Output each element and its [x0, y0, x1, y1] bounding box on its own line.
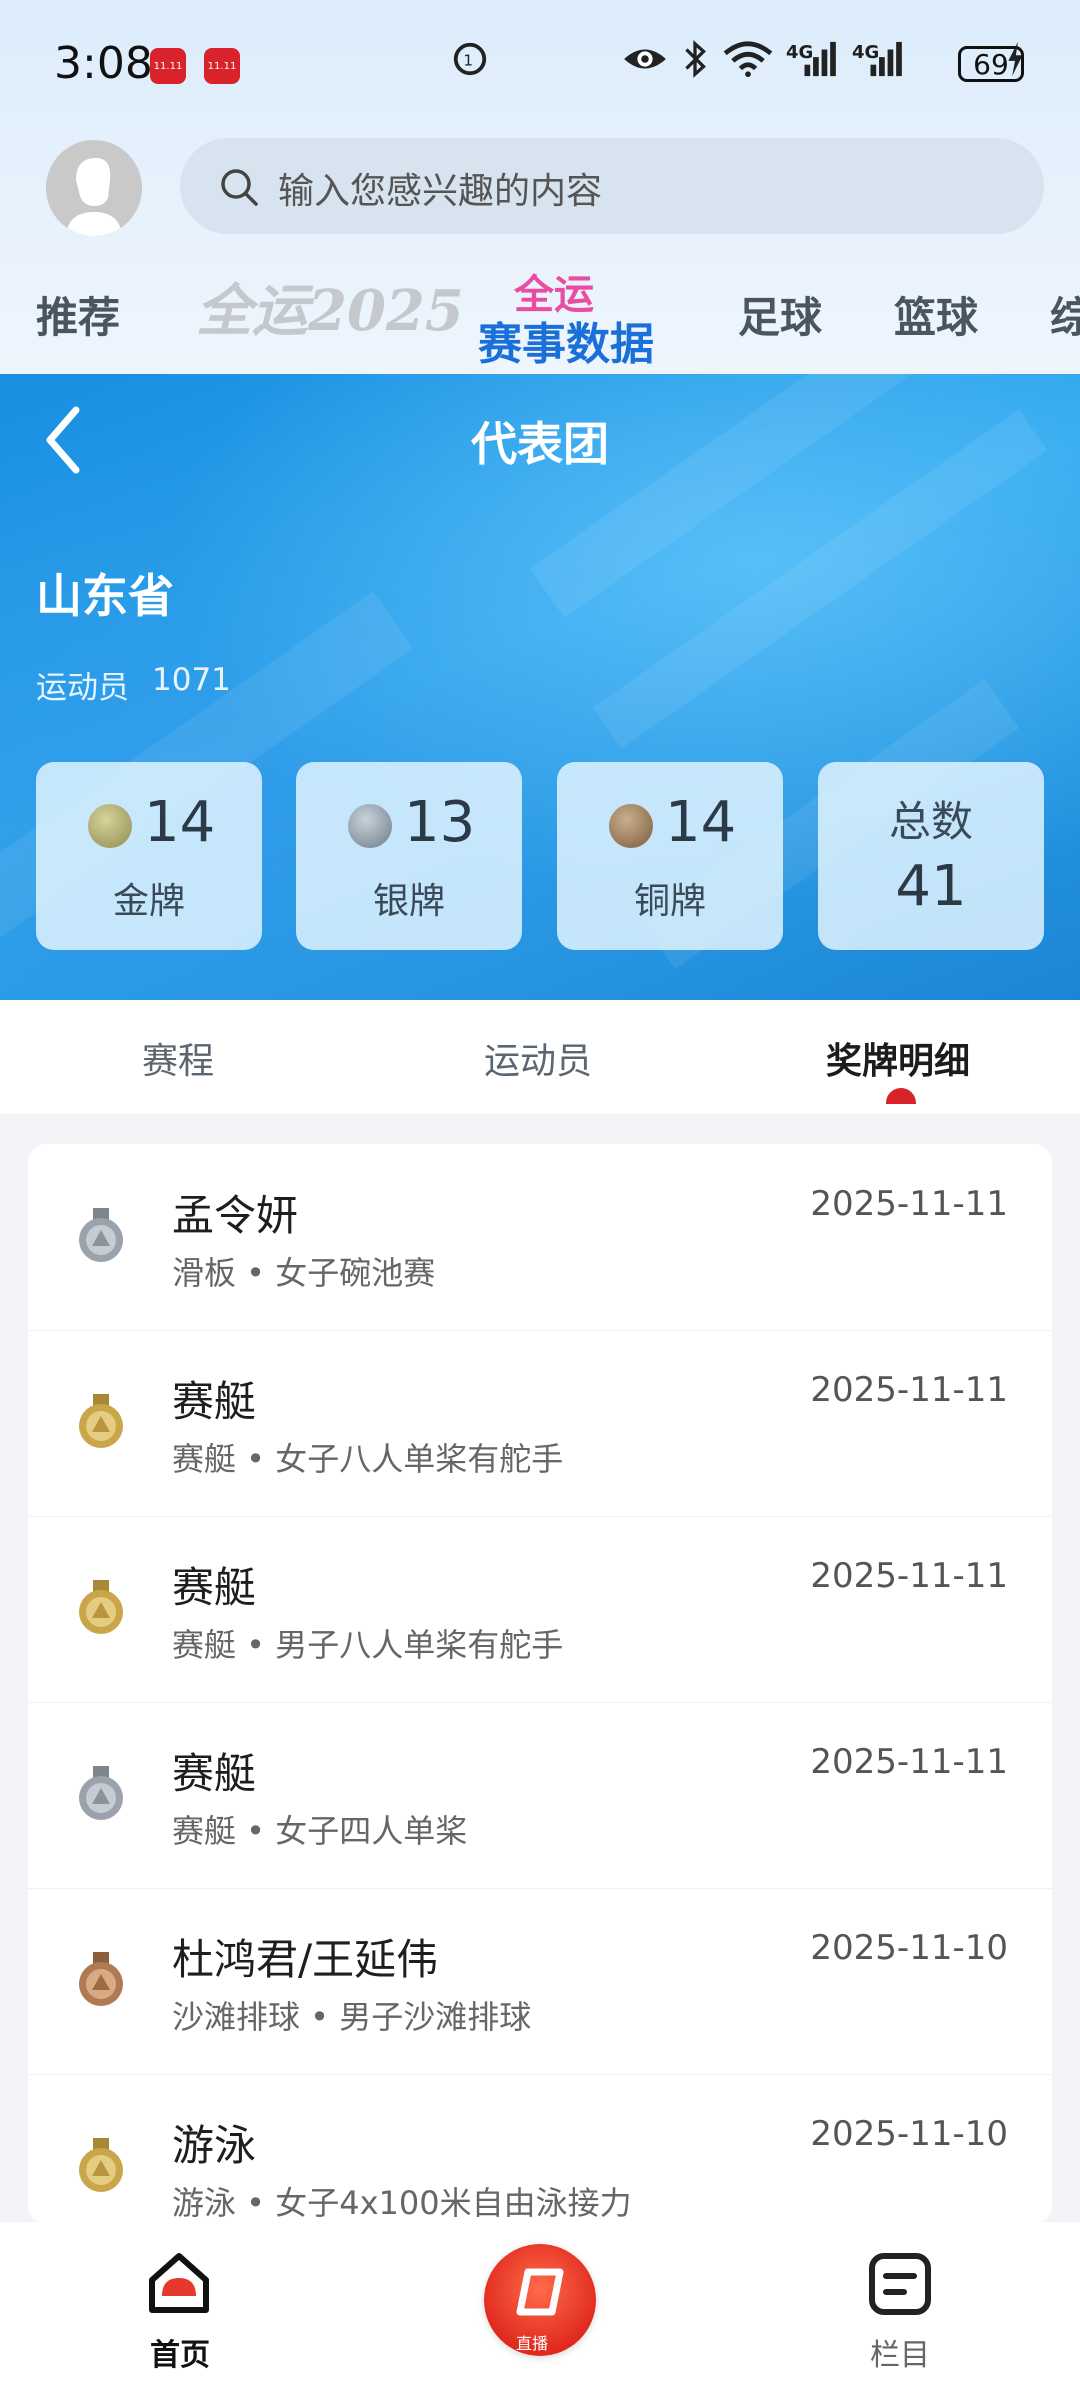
svg-text:1: 1 — [463, 52, 473, 70]
medal-date: 2025-11-10 — [810, 2114, 1008, 2154]
list-item[interactable]: 赛艇 赛艇 • 男子八人单桨有舵手 2025-11-11 — [28, 1516, 1052, 1703]
bronze-medal-icon — [609, 804, 653, 848]
medal-athlete-name: 杜鸿君/王延伟 — [172, 1935, 439, 1984]
wifi-icon — [723, 41, 773, 78]
tab-schedule[interactable]: 赛程 — [142, 1032, 214, 1084]
total-label: 总数 — [888, 797, 973, 846]
notification-app-icon: 1 — [453, 42, 487, 76]
tab-national-games-logo[interactable]: 全运2025 — [196, 266, 464, 347]
tab-medal-detail[interactable]: 奖牌明细 — [826, 1032, 970, 1084]
live-logo-icon — [516, 2268, 564, 2316]
silver-medal-icon — [79, 1208, 123, 1262]
silver-medal-card: 13 银牌 — [296, 762, 522, 950]
medal-event: 赛艇 • 女子四人单桨 — [172, 1812, 468, 1850]
medal-event: 赛艇 • 男子八人单桨有舵手 — [172, 1626, 564, 1664]
medal-athlete-name: 游泳 — [172, 2121, 257, 2170]
medal-date: 2025-11-11 — [810, 1184, 1008, 1224]
medal-date: 2025-11-10 — [810, 1928, 1008, 1968]
list-item[interactable]: 杜鸿君/王延伟 沙滩排球 • 男子沙滩排球 2025-11-10 — [28, 1888, 1052, 2075]
medal-date: 2025-11-11 — [810, 1556, 1008, 1596]
tab-athletes[interactable]: 运动员 — [484, 1032, 592, 1084]
medal-event: 滑板 • 女子碗池赛 — [172, 1254, 436, 1292]
athletes-label: 运动员 — [36, 670, 129, 706]
nav-live-label[interactable]: 直播 — [516, 2330, 548, 2354]
tab-basketball[interactable]: 篮球 — [894, 284, 978, 345]
bronze-medal-card: 14 铜牌 — [557, 762, 783, 950]
province-name: 山东省 — [36, 569, 174, 623]
list-item[interactable]: 赛艇 赛艇 • 女子四人单桨 2025-11-11 — [28, 1702, 1052, 1889]
total-medal-card: 总数 41 — [818, 762, 1044, 950]
active-tab-indicator — [886, 1088, 916, 1104]
nav-home-label[interactable]: 首页 — [150, 2330, 210, 2374]
tab-recommend[interactable]: 推荐 — [36, 284, 120, 345]
gold-count: 14 — [144, 790, 216, 855]
gold-medal-icon — [79, 2138, 123, 2192]
medal-list: 孟令妍 滑板 • 女子碗池赛 2025-11-11 赛艇 赛艇 • 女子八人单桨… — [28, 1144, 1052, 2224]
charging-icon — [1008, 41, 1023, 77]
search-icon — [221, 169, 258, 206]
column-icon[interactable] — [868, 2252, 932, 2316]
silver-label: 银牌 — [372, 881, 445, 922]
medal-athlete-name: 赛艇 — [172, 1563, 257, 1612]
nav-column-label[interactable]: 栏目 — [870, 2330, 930, 2374]
medal-event: 游泳 • 女子4x100米自由泳接力 — [172, 2184, 632, 2222]
medal-date: 2025-11-11 — [810, 1742, 1008, 1782]
medal-athlete-name: 赛艇 — [172, 1377, 257, 1426]
medal-event: 沙滩排球 • 男子沙滩排球 — [172, 1998, 532, 2036]
medal-athlete-name: 赛艇 — [172, 1749, 257, 1798]
signal-icon — [870, 41, 902, 77]
medal-athlete-name: 孟令妍 — [172, 1191, 299, 1240]
list-item[interactable]: 赛艇 赛艇 • 女子八人单桨有舵手 2025-11-11 — [28, 1330, 1052, 1517]
home-icon[interactable] — [146, 2250, 212, 2316]
eye-icon — [624, 49, 666, 69]
bronze-count: 14 — [665, 790, 737, 855]
tab-event-data[interactable]: 赛事数据 — [478, 308, 654, 372]
medal-date: 2025-11-11 — [810, 1370, 1008, 1410]
page-title: 代表团 — [471, 417, 609, 471]
avatar[interactable] — [46, 140, 142, 236]
gold-label: 金牌 — [112, 881, 185, 922]
tab-football[interactable]: 足球 — [738, 284, 822, 345]
status-time: 3:08 — [54, 38, 153, 89]
tab-overflow[interactable]: 综 — [1050, 284, 1080, 345]
list-item[interactable]: 游泳 游泳 • 女子4x100米自由泳接力 2025-11-10 — [28, 2074, 1052, 2224]
signal-icon — [804, 41, 836, 77]
list-item[interactable]: 孟令妍 滑板 • 女子碗池赛 2025-11-11 — [28, 1144, 1052, 1331]
shopping-badge-icon: 11.11 — [204, 48, 240, 84]
total-count: 41 — [895, 854, 967, 919]
shopping-badge-icon: 11.11 — [150, 48, 186, 84]
bronze-label: 铜牌 — [633, 881, 706, 922]
gold-medal-card: 14 金牌 — [36, 762, 262, 950]
detail-tabs: 赛程 运动员 奖牌明细 — [0, 1000, 1080, 1114]
gold-medal-icon — [79, 1394, 123, 1448]
silver-medal-icon — [348, 804, 392, 848]
bronze-medal-icon — [79, 1952, 123, 2006]
search-placeholder: 输入您感兴趣的内容 — [278, 171, 603, 212]
athletes-count: 1071 — [152, 662, 231, 698]
silver-medal-icon — [79, 1766, 123, 1820]
user-avatar-icon — [46, 140, 142, 236]
gold-medal-icon — [88, 804, 132, 848]
medal-event: 赛艇 • 女子八人单桨有舵手 — [172, 1440, 564, 1478]
gold-medal-icon — [79, 1580, 123, 1634]
silver-count: 13 — [404, 790, 476, 855]
bluetooth-icon — [685, 40, 706, 78]
